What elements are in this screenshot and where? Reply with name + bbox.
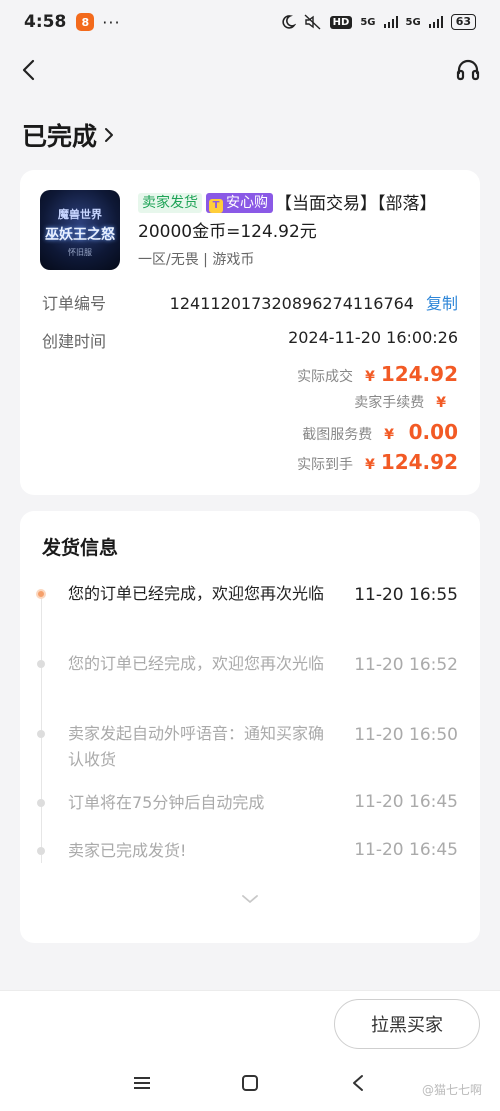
price-currency: ¥ [436,395,446,411]
thumb-game-name: 魔兽世界 [58,208,102,221]
price-row-screenshot-fee: 截图服务费 ¥ 0.00 [302,420,458,444]
timeline-dot [37,799,45,807]
shield-icon: T [209,199,223,213]
expand-timeline-button[interactable] [240,891,260,905]
timeline-dot [37,730,45,738]
price-label: 实际到手 [297,457,354,473]
timeline-text: 您的订单已经完成，欢迎您再次光临 [68,654,325,673]
timeline-time: 11-20 16:55 [354,585,458,605]
top-nav [0,50,500,90]
created-time-value: 2024-11-20 16:00:26 [288,328,458,347]
timeline-time: 11-20 16:52 [354,655,458,675]
customer-service-button[interactable] [452,54,484,86]
timeline-text: 订单将在75分钟后自动完成 [68,793,265,812]
network-5g-2: 5G [405,16,421,28]
signal-icon [383,16,398,28]
menu-nav-button[interactable] [130,1071,154,1095]
price-row-fee: 卖家手续费 ¥ [354,392,458,412]
order-number-row: 1241120173208962741167​64 复制 [170,290,458,314]
menu-icon [134,1077,150,1089]
back-button[interactable] [14,54,46,86]
battery-indicator: 63 [450,14,476,30]
timeline-dot [37,847,45,855]
price-currency: ¥ [384,427,394,443]
order-card: 魔兽世界 巫妖王之怒 怀旧服 卖家发货 T 安心购 【当面交易】【部落】20000金币… [20,170,480,495]
status-time: 4:58 [24,12,67,32]
moon-icon [280,14,296,30]
hd-badge: HD [329,15,353,29]
chevron-left-icon [22,59,35,81]
product-thumbnail[interactable]: 魔兽世界 巫妖王之怒 怀旧服 [40,190,120,270]
price-label: 实际成交 [297,369,354,385]
block-buyer-button[interactable]: 拉黑买家 [334,999,480,1049]
copy-order-number-button[interactable]: 复制 [426,294,458,313]
timeline-dot [36,589,46,599]
order-status-title[interactable]: 已完成 [22,117,117,153]
safe-buy-tag: T 安心购 [206,193,273,213]
seller-ship-tag: 卖家发货 [138,193,202,213]
order-number-value: 1241120173208962741167​64 [169,294,414,313]
price-amount: 124.92 [380,450,458,474]
thumb-expansion-title: 巫妖王之怒 [45,227,115,243]
timeline-text: 您的订单已经完成，欢迎您再次光临 [68,584,325,603]
price-amount: 0.00 [408,420,458,444]
timeline-time: 11-20 16:45 [354,840,458,860]
order-number-label: 订单编号 [42,294,107,313]
price-amount: 124.92 [380,362,458,386]
timeline-text: 卖家发起自动外呼语音：通知买家确认收货 [68,724,325,769]
price-currency: ¥ [365,457,375,473]
timeline-text: 卖家已完成发货! [68,841,187,860]
status-bar: 4:58 8 ··· HD 5G 5G 63 [0,0,500,44]
headset-icon [456,59,480,81]
thumb-subtitle: 怀旧服 [68,248,92,257]
watermark-text: @猫七七啊 [421,1083,482,1097]
back-nav-button[interactable] [346,1071,370,1095]
timeline-time: 11-20 16:50 [354,725,458,745]
home-nav-button[interactable] [238,1071,262,1095]
created-time-label: 创建时间 [42,332,107,351]
price-row-received: 实际到手 ¥ 124.92 [297,450,458,474]
timeline-line [41,595,42,863]
home-square-icon [242,1075,258,1091]
chevron-right-icon [105,128,114,142]
mute-icon [304,14,322,30]
price-row-deal: 实际成交 ¥ 124.92 [297,362,458,386]
timeline-time: 11-20 16:45 [354,792,458,812]
product-server-info: 一区/无畏 | 游戏币 [138,252,255,268]
price-currency: ¥ [365,369,375,385]
shipping-info-card: 发货信息 您的订单已经完成，欢迎您再次光临 11-20 16:55 您的订单已经… [20,511,480,943]
timeline-dot [37,660,45,668]
bottom-action-bar: 拉黑买家 @猫七七啊 [0,990,500,1111]
network-5g-1: 5G [360,16,376,28]
chevron-down-icon [242,895,258,903]
price-label: 卖家手续费 [354,395,425,411]
price-label: 截图服务费 [302,427,373,443]
app-notification-icon: 8 [76,13,95,31]
triangle-back-icon [353,1075,363,1091]
shipping-info-title: 发货信息 [42,537,119,559]
safe-buy-label: 安心购 [226,195,268,211]
product-title[interactable]: 卖家发货 T 安心购 【当面交易】【部落】20000金币=124.92元 [138,190,458,246]
signal-icon-2 [428,16,443,28]
status-right: HD 5G 5G 63 [280,14,476,30]
page-title: 已完成 [22,122,98,151]
status-more-dots: ··· [102,12,121,32]
